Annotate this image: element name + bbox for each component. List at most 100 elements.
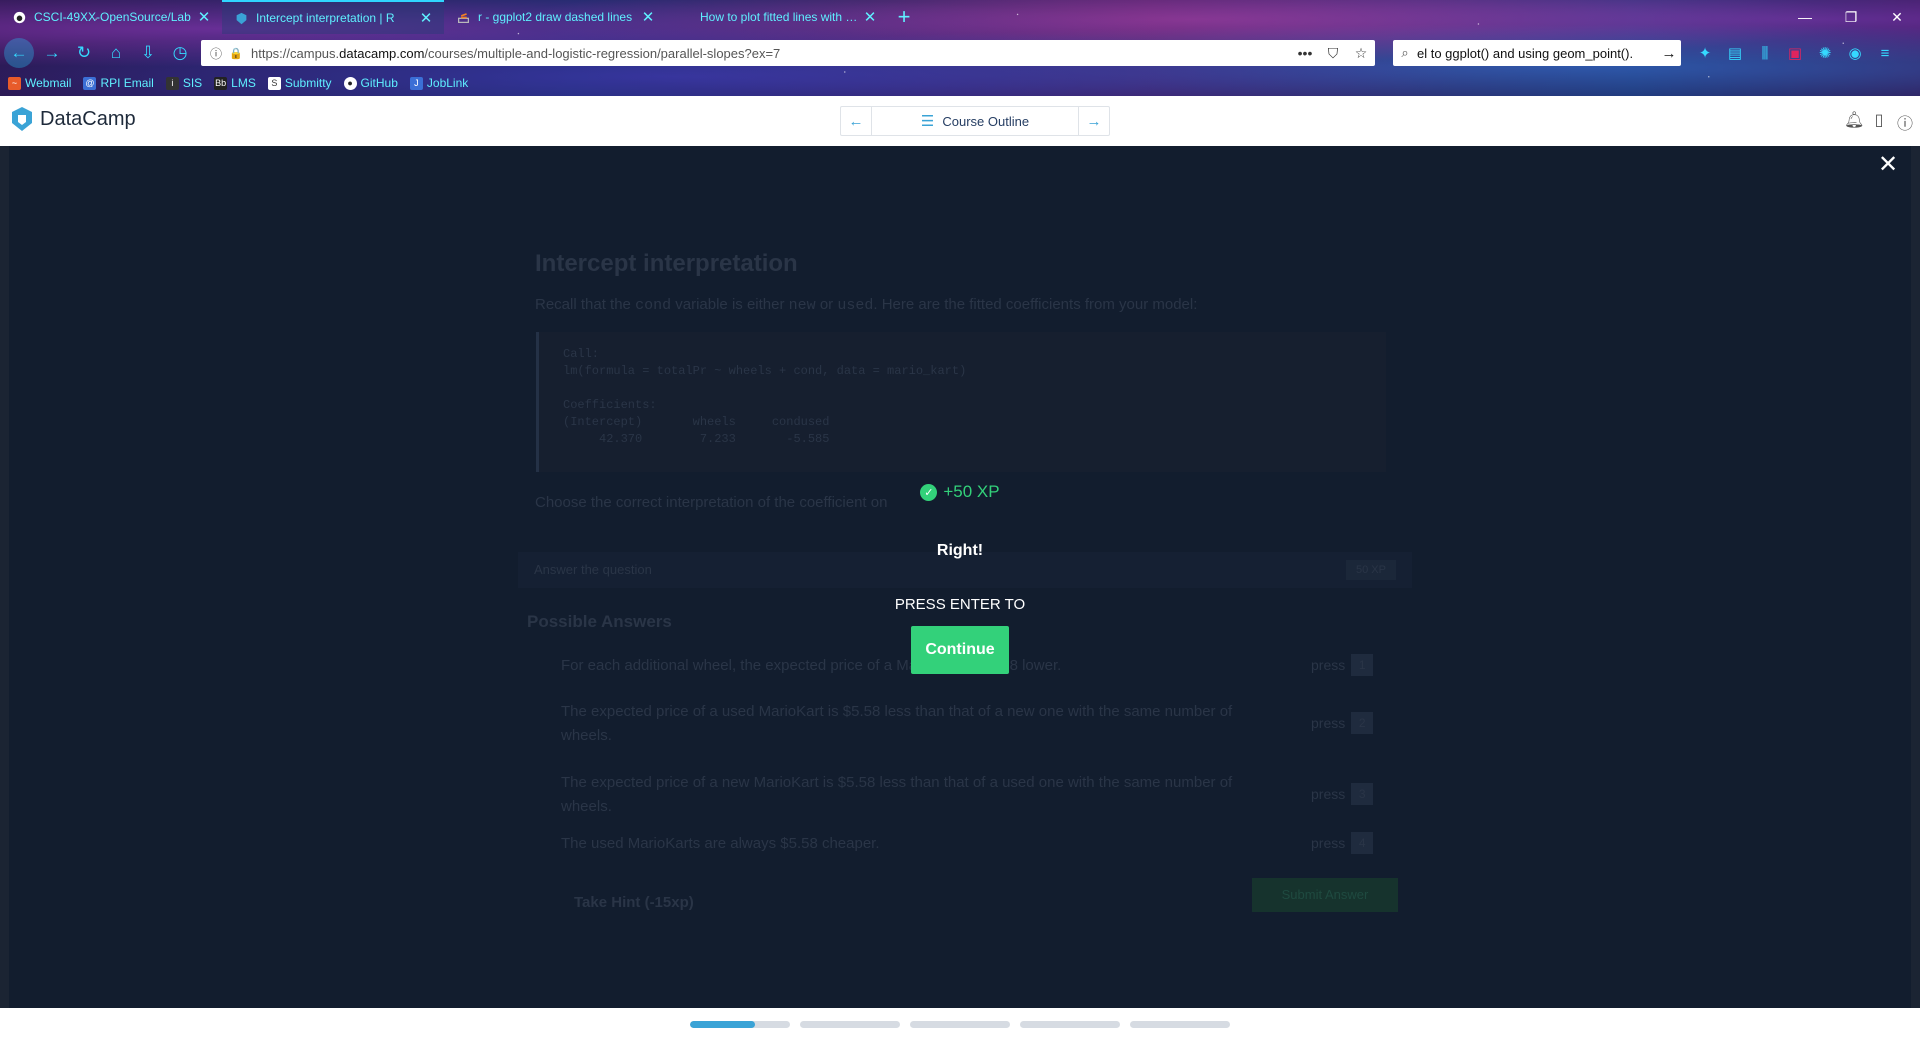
sidebar-icon[interactable]: ▤: [1720, 44, 1750, 62]
history-icon[interactable]: ◷: [166, 39, 194, 67]
info-icon[interactable]: ⓘ: [205, 45, 227, 62]
code-block: Call: lm(formula = totalPr ~ wheels + co…: [536, 332, 1386, 472]
press-enter-hint: PRESS ENTER TO: [894, 596, 1026, 613]
download-icon[interactable]: ⇩: [134, 39, 162, 67]
answer-shortcut: press 1: [1311, 654, 1374, 676]
bookmark-rpi-email[interactable]: @ RPI Email: [83, 76, 154, 90]
bookmark-sis[interactable]: i SIS: [165, 76, 203, 90]
pocket-icon[interactable]: ⛉: [1319, 45, 1347, 62]
answer-option-2[interactable]: The expected price of a used MarioKart i…: [561, 700, 1261, 748]
bookmark-star-icon[interactable]: ☆: [1347, 45, 1375, 62]
intro-text: Recall that the: [535, 296, 631, 313]
exercise-stage: Intercept interpretation Recall that the…: [9, 146, 1911, 1008]
browser-tab-2[interactable]: Intercept interpretation | R ✕: [222, 0, 444, 34]
page-actions-icon[interactable]: •••: [1291, 45, 1319, 61]
browser-tab-title: Intercept interpretation | R: [256, 11, 395, 25]
tab-close-icon[interactable]: ✕: [862, 8, 878, 26]
bookmark-label: GitHub: [360, 76, 398, 90]
search-icon: ⌕: [1401, 45, 1409, 60]
xp-badge: 50 XP: [1346, 560, 1396, 580]
brand-name: DataCamp: [40, 107, 136, 130]
bookmark-github[interactable]: ● GitHub: [343, 76, 398, 90]
bookmark-label: Webmail: [25, 76, 72, 90]
sis-icon: i: [165, 76, 179, 90]
browser-tab-1[interactable]: CSCI-49XX-OpenSource/Lab ✕: [0, 0, 222, 34]
press-label: press: [1311, 657, 1346, 673]
new-tab-button[interactable]: +: [888, 0, 920, 34]
progress-segment[interactable]: [1020, 1021, 1120, 1028]
email-icon: @: [83, 76, 97, 90]
bookmark-submitty[interactable]: S Submitty: [267, 76, 332, 90]
github-icon: [12, 10, 26, 24]
previous-exercise-arrow-icon[interactable]: ←: [841, 107, 871, 135]
home-icon[interactable]: ⌂: [102, 39, 130, 67]
intro-code: used: [837, 297, 874, 314]
progress-segment[interactable]: [1130, 1021, 1230, 1028]
press-label: press: [1311, 835, 1346, 851]
info-circle-icon[interactable]: ⓘ: [1896, 110, 1914, 133]
search-query: el to ggplot() and using geom_point().: [1417, 45, 1634, 61]
bookmark-joblink[interactable]: J JobLink: [409, 76, 468, 90]
bookmarks-bar: ~ Webmail @ RPI Email i SIS Bb LMS S Submitty…: [8, 74, 468, 92]
progress-segment[interactable]: [800, 1021, 900, 1028]
exercise-progress-footer: [0, 1008, 1920, 1040]
progress-segment[interactable]: [910, 1021, 1010, 1028]
menu-icon: ☰: [920, 113, 935, 130]
tab-close-icon[interactable]: ✕: [196, 8, 212, 26]
progress-segment[interactable]: [690, 1021, 790, 1028]
account-icon[interactable]: ◉: [1840, 44, 1870, 62]
xp-gain: ✓ +50 XP: [9, 482, 1911, 502]
datacamp-logo[interactable]: DataCamp: [10, 106, 136, 132]
url-domain: datacamp.com: [339, 45, 425, 61]
browser-tab-title: CSCI-49XX-OpenSource/Lab: [34, 10, 191, 24]
intro-code: new: [788, 297, 816, 314]
datacamp-header: DataCamp ← ☰ Course Outline → 🔔︎ ▯ ⓘ: [0, 96, 1920, 146]
toolbar-icons: ✦ ▤ ⫼ ▣ ✺ ◉ ≡: [1690, 38, 1900, 68]
reload-icon[interactable]: ↻: [70, 39, 98, 67]
answer-shortcut: press 4: [1311, 832, 1374, 854]
library-icon[interactable]: ⫼: [1750, 45, 1780, 62]
bookmark-lms[interactable]: Bb LMS: [214, 76, 256, 90]
next-exercise-arrow-icon[interactable]: →: [1079, 107, 1109, 135]
answer-shortcut: press 2: [1311, 712, 1374, 734]
notification-bell-icon[interactable]: 🔔︎: [1844, 110, 1864, 130]
bookmark-webmail[interactable]: ~ Webmail: [8, 76, 71, 90]
answer-option-3[interactable]: The expected price of a new MarioKart is…: [561, 771, 1261, 819]
browser-tab-4[interactable]: How to plot fitted lines with ggplot ✕: [666, 0, 888, 34]
answer-option-4[interactable]: The used MarioKarts are always $5.58 che…: [561, 832, 1261, 856]
tab-close-icon[interactable]: ✕: [418, 9, 434, 27]
pocket-save-icon[interactable]: ▣: [1780, 44, 1810, 62]
possible-answers-heading: Possible Answers: [527, 612, 672, 631]
extension-icon[interactable]: ✦: [1690, 44, 1720, 62]
continue-button[interactable]: Continue: [911, 626, 1009, 674]
close-icon[interactable]: ✕: [1875, 152, 1901, 178]
bookmark-label: LMS: [231, 76, 256, 90]
search-go-icon[interactable]: →: [1657, 45, 1681, 62]
intro-code: cond: [635, 297, 672, 314]
address-bar[interactable]: ⓘ 🔒 https://campus.datacamp.com/courses/…: [201, 40, 1375, 66]
back-arrow-icon[interactable]: ←: [4, 38, 34, 68]
answer-shortcut: press 3: [1311, 783, 1374, 805]
forward-arrow-icon[interactable]: →: [38, 39, 66, 67]
header-actions: 🔔︎ ▯ ⓘ: [1844, 110, 1914, 133]
course-outline-button[interactable]: ☰ Course Outline: [871, 107, 1079, 135]
slides-pdf-icon[interactable]: ▯: [1870, 110, 1888, 130]
url-prefix: https://campus.: [251, 45, 340, 61]
stackoverflow-icon: [456, 10, 470, 24]
navigation-bar: ← → ↻ ⌂ ⇩ ◷ ⓘ 🔒 https://campus.datacamp.…: [0, 38, 1920, 68]
search-bar[interactable]: ⌕ el to ggplot() and using geom_point().…: [1393, 40, 1681, 66]
blackboard-icon: Bb: [214, 76, 228, 90]
course-navigation: ← ☰ Course Outline →: [840, 106, 1110, 136]
bookmark-label: SIS: [182, 76, 203, 90]
browser-chrome: CSCI-49XX-OpenSource/Lab ✕ Intercept int…: [0, 0, 1920, 96]
submit-answer-button[interactable]: Submit Answer: [1252, 878, 1398, 912]
settings-gear-icon[interactable]: ✺: [1810, 44, 1840, 62]
browser-tab-title: r - ggplot2 draw dashed lines: [478, 10, 633, 24]
browser-tab-3[interactable]: r - ggplot2 draw dashed lines ✕: [444, 0, 666, 34]
take-hint-button[interactable]: Take Hint (-15xp): [574, 894, 694, 911]
tab-close-icon[interactable]: ✕: [640, 8, 656, 26]
overflow-menu-icon[interactable]: ≡: [1870, 45, 1900, 62]
lock-icon: 🔒: [229, 47, 243, 60]
bookmark-label: Submitty: [284, 76, 332, 90]
feedback-message: Right!: [936, 542, 984, 559]
